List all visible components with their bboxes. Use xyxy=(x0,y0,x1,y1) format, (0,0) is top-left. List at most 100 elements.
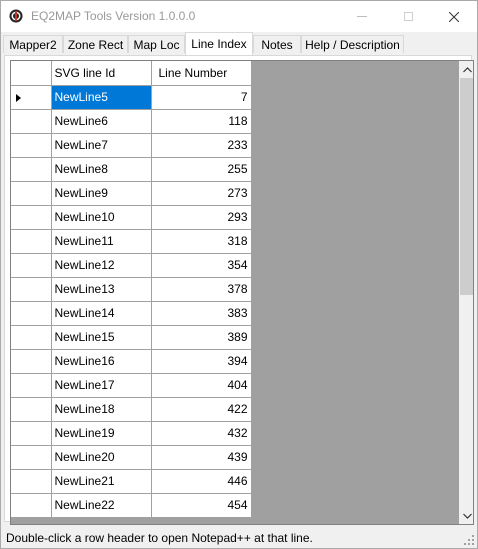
grid-table: SVG line Id Line Number NewLine5 7 NewLine… xyxy=(11,61,252,518)
svg-line-id-cell[interactable]: NewLine21 xyxy=(51,469,152,494)
minimize-button[interactable] xyxy=(339,1,385,32)
table-row[interactable]: NewLine17 404 xyxy=(11,373,252,398)
row-header[interactable] xyxy=(11,157,52,182)
close-button[interactable] xyxy=(431,1,477,32)
row-header[interactable] xyxy=(11,373,52,398)
svg-line-id-cell[interactable]: NewLine15 xyxy=(51,325,152,350)
row-header[interactable] xyxy=(11,277,52,302)
tab-line-index[interactable]: Line Index xyxy=(185,32,253,55)
row-header[interactable] xyxy=(11,181,52,206)
svg-line-id-cell[interactable]: NewLine17 xyxy=(51,373,152,398)
table-row[interactable]: NewLine10 293 xyxy=(11,205,252,230)
row-header[interactable] xyxy=(11,397,52,422)
tab-help-description[interactable]: Help / Description xyxy=(301,35,404,53)
table-row[interactable]: NewLine12 354 xyxy=(11,253,252,278)
scroll-thumb[interactable] xyxy=(460,78,473,295)
table-row[interactable]: NewLine18 422 xyxy=(11,397,252,422)
svg-line-id-cell[interactable]: NewLine13 xyxy=(51,277,152,302)
table-row[interactable]: NewLine19 432 xyxy=(11,421,252,446)
row-header[interactable] xyxy=(11,445,52,470)
line-number-cell[interactable]: 273 xyxy=(151,181,252,206)
row-header[interactable] xyxy=(11,133,52,158)
svg-line-id-cell[interactable]: NewLine11 xyxy=(51,229,152,254)
row-header[interactable] xyxy=(11,421,52,446)
table-row[interactable]: NewLine13 378 xyxy=(11,277,252,302)
svg-line-id-cell[interactable]: NewLine10 xyxy=(51,205,152,230)
line-number-cell[interactable]: 255 xyxy=(151,157,252,182)
row-header[interactable] xyxy=(11,109,52,134)
tab-zone-rect[interactable]: Zone Rect xyxy=(63,35,128,53)
table-row[interactable]: NewLine9 273 xyxy=(11,181,252,206)
line-number-cell[interactable]: 389 xyxy=(151,325,252,350)
table-row[interactable]: NewLine11 318 xyxy=(11,229,252,254)
svg-line-id-cell[interactable]: NewLine5 xyxy=(51,85,152,110)
table-row[interactable]: NewLine15 389 xyxy=(11,325,252,350)
svg-line-id-cell[interactable]: NewLine8 xyxy=(51,157,152,182)
column-header-svg-line-id[interactable]: SVG line Id xyxy=(51,61,152,86)
row-header[interactable] xyxy=(11,301,52,326)
line-index-grid[interactable]: SVG line Id Line Number NewLine5 7 NewLine… xyxy=(10,60,474,525)
row-header[interactable] xyxy=(11,469,52,494)
line-number-cell[interactable]: 293 xyxy=(151,205,252,230)
line-number-cell[interactable]: 7 xyxy=(151,85,252,110)
row-header[interactable] xyxy=(11,325,52,350)
line-number-cell[interactable]: 454 xyxy=(151,493,252,518)
svg-line-id-cell[interactable]: NewLine16 xyxy=(51,349,152,374)
line-number-cell[interactable]: 118 xyxy=(151,109,252,134)
svg-line-id-cell[interactable]: NewLine7 xyxy=(51,133,152,158)
line-number-cell[interactable]: 383 xyxy=(151,301,252,326)
grid-header-row: SVG line Id Line Number xyxy=(11,61,252,86)
corner-header[interactable] xyxy=(11,61,52,86)
row-header[interactable] xyxy=(11,205,52,230)
row-header[interactable] xyxy=(11,85,52,110)
line-number-cell[interactable]: 432 xyxy=(151,421,252,446)
table-row[interactable]: NewLine6 118 xyxy=(11,109,252,134)
resize-grip-icon[interactable] xyxy=(464,535,474,545)
line-number-cell[interactable]: 394 xyxy=(151,349,252,374)
svg-line-id-cell[interactable]: NewLine14 xyxy=(51,301,152,326)
tab-notes[interactable]: Notes xyxy=(253,35,301,53)
scroll-down-button[interactable] xyxy=(459,507,473,524)
window-title: EQ2MAP Tools Version 1.0.0.0 xyxy=(31,9,196,23)
svg-line-id-cell[interactable]: NewLine12 xyxy=(51,253,152,278)
tab-strip: Mapper2 Zone Rect Map Loc Line Index Not… xyxy=(1,32,477,56)
svg-line-id-cell[interactable]: NewLine18 xyxy=(51,397,152,422)
line-number-cell[interactable]: 378 xyxy=(151,277,252,302)
row-header[interactable] xyxy=(11,349,52,374)
tab-mapper2[interactable]: Mapper2 xyxy=(3,35,63,53)
svg-line-id-cell[interactable]: NewLine22 xyxy=(51,493,152,518)
svg-line-id-cell[interactable]: NewLine20 xyxy=(51,445,152,470)
table-row[interactable]: NewLine7 233 xyxy=(11,133,252,158)
maximize-button[interactable] xyxy=(385,1,431,32)
table-row[interactable]: NewLine21 446 xyxy=(11,469,252,494)
line-number-cell[interactable]: 318 xyxy=(151,229,252,254)
table-row[interactable]: NewLine14 383 xyxy=(11,301,252,326)
table-row[interactable]: NewLine8 255 xyxy=(11,157,252,182)
title-bar[interactable]: EQ2MAP Tools Version 1.0.0.0 xyxy=(1,1,477,32)
column-header-line-number[interactable]: Line Number xyxy=(151,61,252,86)
line-number-cell[interactable]: 354 xyxy=(151,253,252,278)
table-row[interactable]: NewLine5 7 xyxy=(11,85,252,110)
table-row[interactable]: NewLine20 439 xyxy=(11,445,252,470)
line-number-cell[interactable]: 233 xyxy=(151,133,252,158)
scroll-up-button[interactable] xyxy=(459,61,473,78)
table-row[interactable]: NewLine22 454 xyxy=(11,493,252,518)
line-number-cell[interactable]: 422 xyxy=(151,397,252,422)
line-number-cell[interactable]: 404 xyxy=(151,373,252,398)
status-text: Double-click a row header to open Notepa… xyxy=(6,531,313,545)
line-index-panel: SVG line Id Line Number NewLine5 7 NewLine… xyxy=(4,55,474,525)
row-header[interactable] xyxy=(11,229,52,254)
tab-map-loc[interactable]: Map Loc xyxy=(128,35,185,53)
svg-line-id-cell[interactable]: NewLine9 xyxy=(51,181,152,206)
row-header[interactable] xyxy=(11,253,52,278)
vertical-scrollbar[interactable] xyxy=(459,61,473,524)
line-number-cell[interactable]: 446 xyxy=(151,469,252,494)
line-number-cell[interactable]: 439 xyxy=(151,445,252,470)
svg-line-id-cell[interactable]: NewLine19 xyxy=(51,421,152,446)
minimize-icon xyxy=(357,16,367,17)
svg-line-id-cell[interactable]: NewLine6 xyxy=(51,109,152,134)
row-header[interactable] xyxy=(11,493,52,518)
app-logo-icon xyxy=(9,9,23,23)
table-row[interactable]: NewLine16 394 xyxy=(11,349,252,374)
grid-body: NewLine5 7 NewLine6 118 NewLine7 233 NewLine8 2… xyxy=(11,85,252,518)
